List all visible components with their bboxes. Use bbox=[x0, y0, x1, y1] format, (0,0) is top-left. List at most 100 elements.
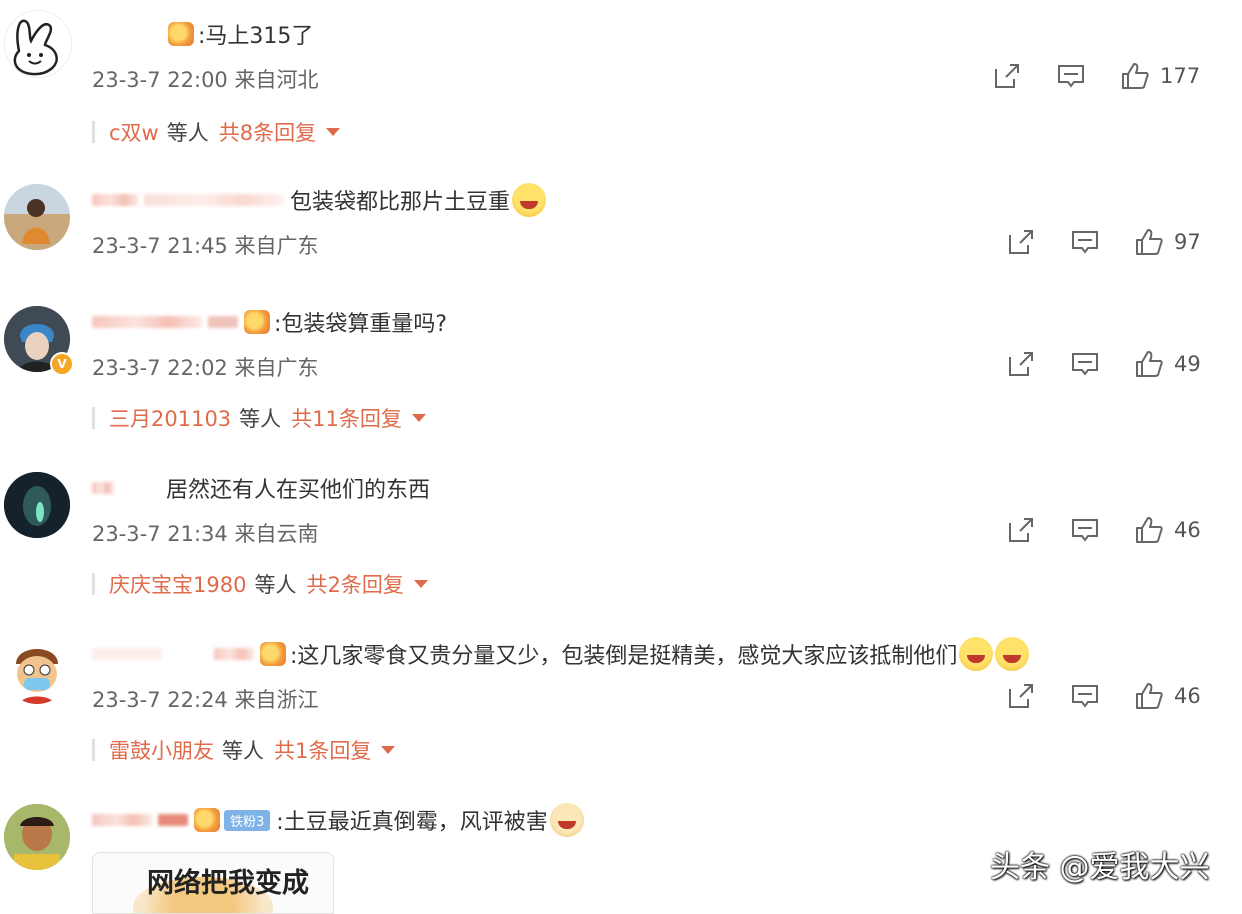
comment-text: :土豆最近真倒霉，风评被害 bbox=[276, 810, 548, 835]
like-count: 46 bbox=[1174, 518, 1201, 542]
person-avatar-icon bbox=[4, 184, 70, 250]
laugh-cry-emoji-icon bbox=[512, 183, 547, 217]
reply-summary[interactable]: c双w 等人 共8条回复 bbox=[92, 114, 341, 150]
comment-text: 居然还有人在买他们的东西 bbox=[166, 478, 431, 503]
doge-emoji-icon bbox=[549, 803, 584, 837]
fan-level-badge: 铁粉3 bbox=[224, 809, 271, 831]
share-icon[interactable] bbox=[1006, 515, 1036, 545]
reply-etc: 等人 bbox=[222, 739, 264, 763]
comment-line: 包装袋都比那片土豆重 bbox=[92, 182, 547, 218]
avatar[interactable] bbox=[4, 638, 70, 704]
level-badge-icon bbox=[260, 642, 286, 666]
comment-actions: 46 bbox=[1006, 678, 1201, 714]
image-caption: 网络把我变成 bbox=[147, 868, 309, 899]
verified-badge-icon: V bbox=[50, 352, 74, 376]
reply-etc: 等人 bbox=[239, 407, 282, 431]
level-badge-icon bbox=[194, 808, 220, 832]
avatar[interactable] bbox=[4, 804, 70, 870]
comment-actions: 177 bbox=[992, 58, 1200, 94]
comment-icon[interactable] bbox=[1056, 61, 1086, 91]
comment-text: :这几家零食又贵分量又少，包装倒是挺精美，感觉大家应该抵制他们 bbox=[290, 644, 958, 669]
bunny-avatar-icon bbox=[13, 19, 58, 76]
like-icon[interactable] bbox=[1134, 515, 1164, 545]
blurred-username bbox=[214, 648, 254, 660]
avatar[interactable] bbox=[4, 472, 70, 538]
reply-count-link[interactable]: 共2条回复 bbox=[306, 569, 403, 599]
blurred-username bbox=[168, 648, 208, 660]
reply-divider bbox=[92, 573, 95, 595]
blurred-username bbox=[144, 194, 284, 206]
reply-user-link[interactable]: 庆庆宝宝1980 bbox=[109, 569, 246, 599]
reply-summary[interactable]: 庆庆宝宝1980 等人 共2条回复 bbox=[92, 566, 428, 602]
cartoon-avatar-icon bbox=[16, 649, 58, 704]
share-icon[interactable] bbox=[992, 61, 1022, 91]
comment-line: :包装袋算重量吗? bbox=[92, 304, 447, 340]
comment-actions: 49 bbox=[1006, 346, 1201, 382]
reply-user-link[interactable]: 雷鼓小朋友 bbox=[109, 735, 214, 765]
comment-line: 铁粉3 :土豆最近真倒霉，风评被害 bbox=[92, 802, 584, 838]
comment-icon[interactable] bbox=[1070, 349, 1100, 379]
expand-triangle-icon[interactable] bbox=[381, 746, 396, 754]
like-icon[interactable] bbox=[1134, 227, 1164, 257]
like-count: 97 bbox=[1174, 230, 1201, 254]
avatar[interactable] bbox=[4, 10, 72, 78]
level-badge-icon bbox=[168, 22, 194, 46]
laugh-cry-emoji-icon bbox=[995, 637, 1030, 671]
reply-count-link[interactable]: 共8条回复 bbox=[219, 117, 316, 147]
comment-line: :马上315了 bbox=[92, 16, 313, 52]
person-avatar-icon bbox=[4, 804, 70, 870]
expand-triangle-icon[interactable] bbox=[413, 580, 428, 588]
share-icon[interactable] bbox=[1006, 227, 1036, 257]
blurred-username bbox=[92, 814, 152, 826]
blurred-username bbox=[92, 482, 114, 494]
like-icon[interactable] bbox=[1120, 61, 1150, 91]
reply-divider bbox=[92, 121, 95, 143]
blurred-username bbox=[208, 316, 238, 328]
blurred-username bbox=[92, 316, 202, 328]
reply-divider bbox=[92, 739, 95, 761]
level-badge-icon bbox=[244, 310, 270, 334]
reply-count-link[interactable]: 共11条回复 bbox=[291, 403, 402, 433]
comment-icon[interactable] bbox=[1070, 681, 1100, 711]
blurred-username bbox=[120, 482, 160, 494]
blurred-username bbox=[92, 28, 162, 40]
expand-triangle-icon[interactable] bbox=[411, 414, 426, 422]
comment-actions: 46 bbox=[1006, 512, 1201, 548]
comment-line: 居然还有人在买他们的东西 bbox=[92, 470, 430, 506]
like-icon[interactable] bbox=[1134, 349, 1164, 379]
share-icon[interactable] bbox=[1006, 349, 1036, 379]
dark-avatar-icon bbox=[4, 472, 70, 538]
reply-user-link[interactable]: c双w bbox=[109, 117, 159, 147]
like-count: 49 bbox=[1174, 352, 1201, 376]
comment-text: :马上315了 bbox=[198, 24, 314, 49]
reply-count-link[interactable]: 共1条回复 bbox=[274, 735, 371, 765]
expand-triangle-icon[interactable] bbox=[326, 128, 341, 136]
comment-line: :这几家零食又贵分量又少，包装倒是挺精美，感觉大家应该抵制他们 bbox=[92, 636, 1030, 672]
comment-icon[interactable] bbox=[1070, 515, 1100, 545]
reply-summary[interactable]: 三月201103 等人 共11条回复 bbox=[92, 400, 426, 436]
reply-etc: 等人 bbox=[166, 121, 209, 145]
comment-meta: 23-3-7 22:02 来自广东 bbox=[92, 356, 319, 380]
like-icon[interactable] bbox=[1134, 681, 1164, 711]
avatar[interactable] bbox=[4, 184, 70, 250]
blurred-username bbox=[92, 648, 162, 660]
share-icon[interactable] bbox=[1006, 681, 1036, 711]
comment-meta: 23-3-7 22:00 来自河北 bbox=[92, 68, 319, 92]
like-count: 177 bbox=[1160, 64, 1201, 88]
blurred-username bbox=[158, 814, 188, 826]
comment-icon[interactable] bbox=[1070, 227, 1100, 257]
image-attachment[interactable]: 网络把我变成 bbox=[92, 852, 334, 914]
blurred-username bbox=[92, 194, 138, 206]
reply-summary[interactable]: 雷鼓小朋友 等人 共1条回复 bbox=[92, 732, 396, 768]
comment-text: :包装袋算重量吗? bbox=[274, 312, 448, 337]
watermark: 头条 @爱我大兴 bbox=[990, 850, 1210, 885]
comment-text: 包装袋都比那片土豆重 bbox=[290, 190, 511, 215]
reply-user-link[interactable]: 三月201103 bbox=[109, 403, 231, 433]
comment-actions: 97 bbox=[1006, 224, 1201, 260]
like-count: 46 bbox=[1174, 684, 1201, 708]
comment-meta: 23-3-7 21:34 来自云南 bbox=[92, 522, 319, 546]
reply-etc: 等人 bbox=[254, 573, 297, 597]
comment-meta: 23-3-7 22:24 来自浙江 bbox=[92, 688, 319, 712]
laugh-cry-emoji-icon bbox=[959, 637, 994, 671]
comment-meta: 23-3-7 21:45 来自广东 bbox=[92, 234, 319, 258]
